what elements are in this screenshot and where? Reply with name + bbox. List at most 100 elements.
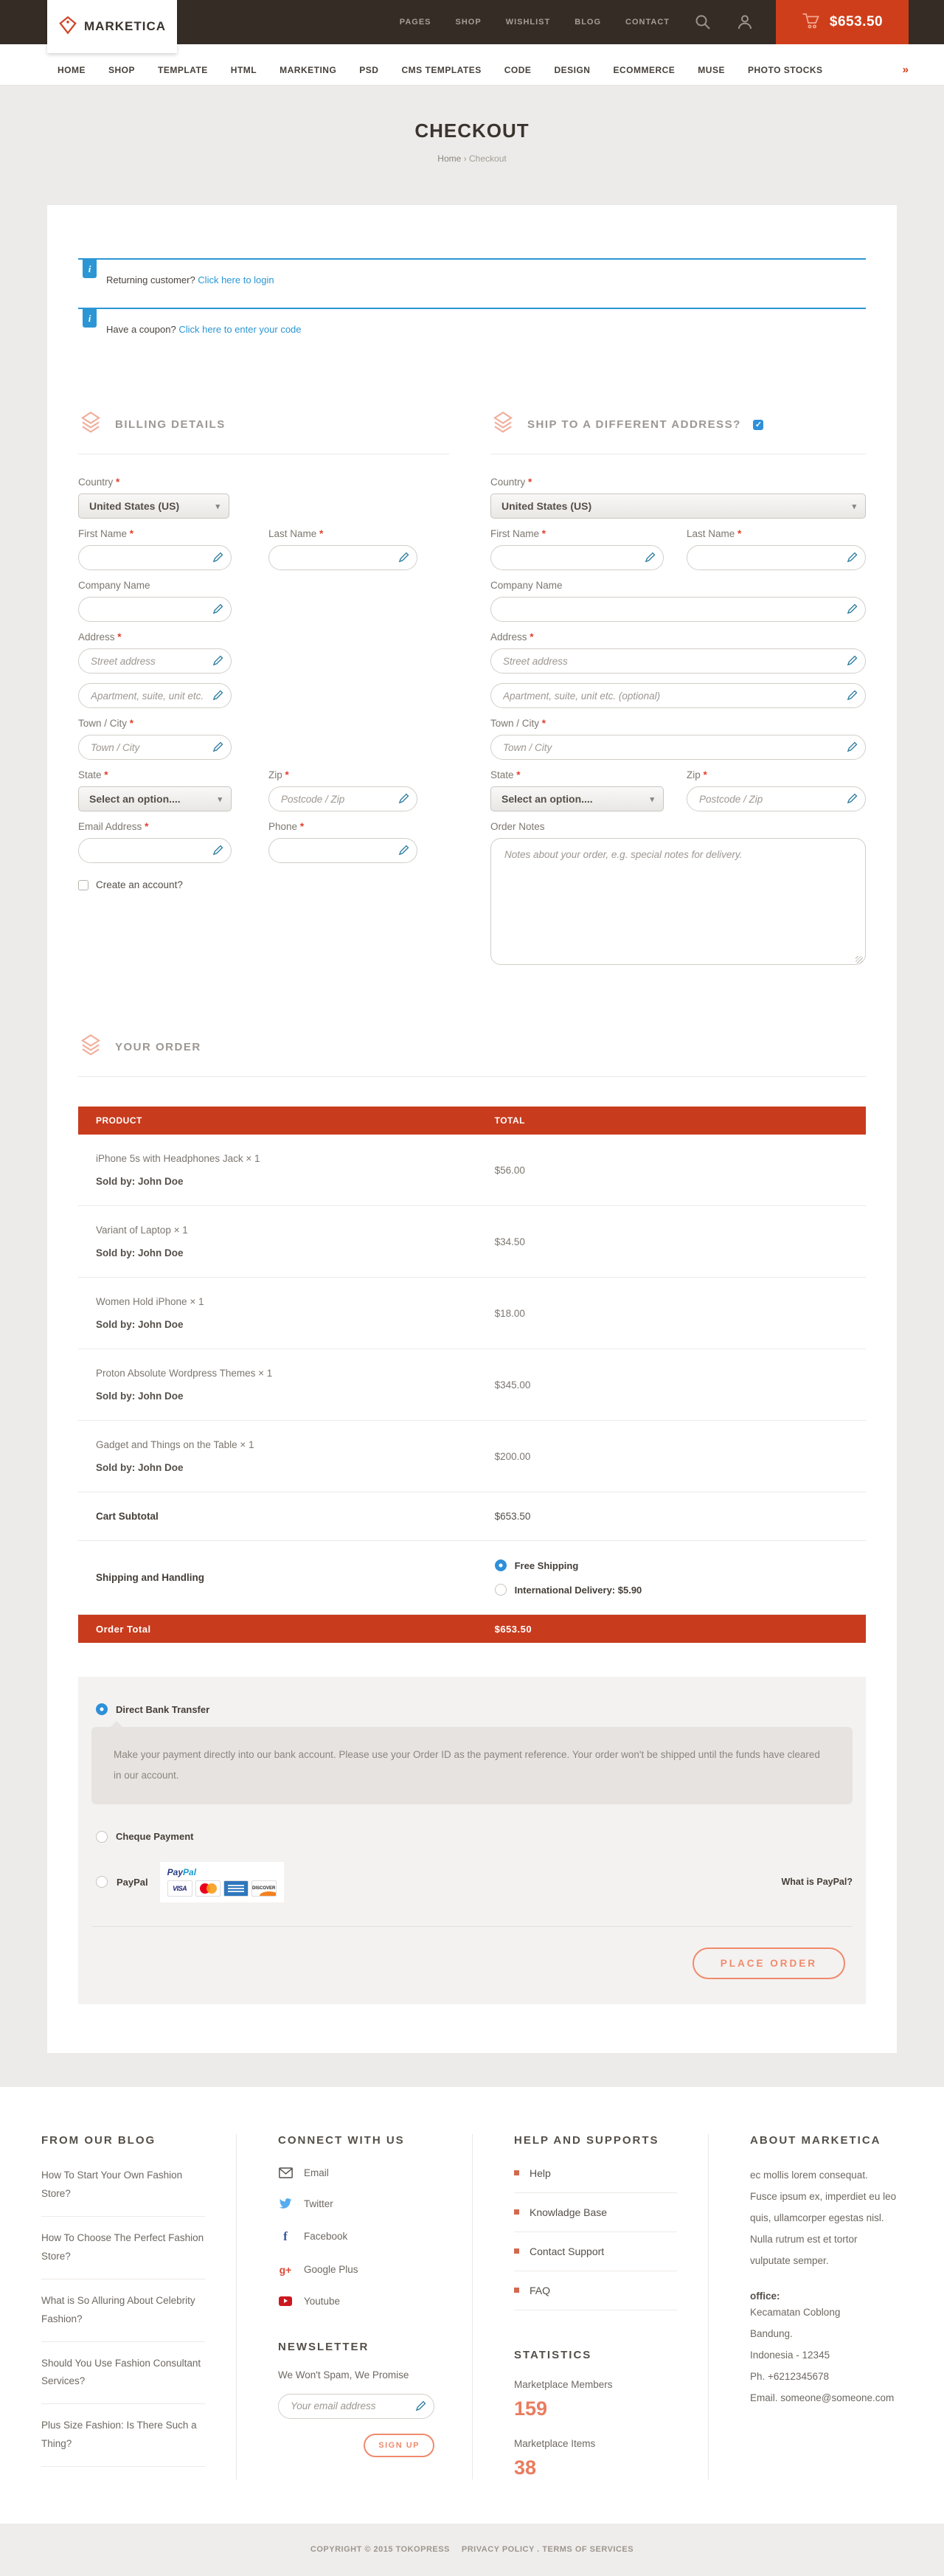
blog-post-link[interactable]: How To Start Your Own Fashion Store? — [41, 2154, 205, 2217]
menu-item-code[interactable]: CODE — [504, 65, 532, 75]
blog-post-link[interactable]: What is So Alluring About Celebrity Fash… — [41, 2279, 205, 2342]
footer-legal-links[interactable]: PRIVACY POLICY . TERMS OF SERVICES — [462, 2545, 634, 2554]
billing-company-input[interactable] — [78, 597, 232, 622]
login-link[interactable]: Click here to login — [198, 274, 274, 285]
blog-post-link[interactable]: How To Choose The Perfect Fashion Store? — [41, 2217, 205, 2279]
footer-blog-column: FROM OUR BLOG How To Start Your Own Fash… — [0, 2134, 236, 2479]
radio-icon[interactable] — [495, 1584, 507, 1596]
header-nav-blog[interactable]: BLOG — [575, 18, 601, 27]
header-nav-pages[interactable]: PAGES — [400, 18, 431, 27]
youtube-social-link[interactable]: Youtube — [278, 2296, 441, 2307]
radio-selected-icon[interactable] — [495, 1559, 507, 1571]
shipping-country-select[interactable]: United States (US) — [490, 494, 866, 519]
menu-item-template[interactable]: TEMPLATE — [158, 65, 208, 75]
shipping-handling-row: Shipping and Handling Free Shipping Inte… — [78, 1541, 866, 1615]
header-nav-contact[interactable]: CONTACT — [625, 18, 670, 27]
email-social-link[interactable]: Email — [278, 2167, 441, 2178]
resize-grip-icon[interactable] — [856, 956, 863, 963]
menu-item-shop[interactable]: SHOP — [108, 65, 135, 75]
billing-zip-input[interactable] — [268, 786, 417, 811]
place-order-area: PLACE ORDER — [91, 1926, 853, 1982]
user-account-icon[interactable] — [736, 13, 754, 31]
radio-icon[interactable] — [96, 1831, 108, 1843]
billing-apartment-input[interactable] — [78, 683, 232, 708]
copyright-text: COPYRIGHT © 2015 TOKOPRESS — [310, 2545, 450, 2554]
order-notes-textarea[interactable] — [490, 838, 866, 965]
place-order-button[interactable]: PLACE ORDER — [693, 1947, 845, 1979]
paypal-radio-icon[interactable] — [96, 1876, 108, 1888]
bank-transfer-option[interactable]: Direct Bank Transfer — [91, 1703, 853, 1715]
menu-item-cms-templates[interactable]: CMS TEMPLATES — [401, 65, 481, 75]
menu-item-ecommerce[interactable]: ECOMMERCE — [613, 65, 675, 75]
logo[interactable]: MARKETICA — [47, 0, 177, 53]
international-delivery-option[interactable]: International Delivery: $5.90 — [495, 1584, 848, 1596]
layers-icon — [78, 1033, 103, 1062]
help-link[interactable]: Knowladge Base — [514, 2193, 677, 2232]
shipping-first-name-input[interactable] — [490, 545, 664, 570]
shipping-last-name-label: Last Name * — [687, 528, 866, 539]
cart-subtotal-row: Cart Subtotal $653.50 — [78, 1492, 866, 1541]
create-account-checkbox[interactable] — [78, 880, 88, 890]
billing-last-name-input[interactable] — [268, 545, 417, 570]
cart-total: $653.50 — [830, 14, 883, 30]
menu-item-home[interactable]: HOME — [58, 65, 86, 75]
billing-zip-label: Zip * — [268, 769, 417, 780]
shipping-last-name-input[interactable] — [687, 545, 866, 570]
billing-state-select[interactable]: Select an option.... — [78, 786, 232, 811]
billing-country-select[interactable]: United States (US) — [78, 494, 229, 519]
breadcrumb-home-link[interactable]: Home — [437, 153, 461, 164]
billing-state-label: State * — [78, 769, 232, 780]
search-icon[interactable] — [694, 13, 712, 31]
shipping-apartment-input[interactable] — [490, 683, 866, 708]
help-link[interactable]: Contact Support — [514, 2232, 677, 2271]
coupon-link[interactable]: Click here to enter your code — [178, 324, 301, 335]
help-link[interactable]: Help — [514, 2154, 677, 2193]
info-icon: i — [83, 309, 97, 328]
facebook-social-link[interactable]: f Facebook — [278, 2229, 441, 2244]
billing-street-input[interactable] — [78, 648, 232, 674]
marketplace-items-count: 38 — [514, 2456, 677, 2479]
menu-item-marketing[interactable]: MARKETING — [280, 65, 336, 75]
site-header: MARKETICA PAGES SHOP WISHLIST BLOG CONTA… — [0, 0, 944, 44]
menu-item-psd[interactable]: PSD — [359, 65, 378, 75]
help-link[interactable]: FAQ — [514, 2271, 677, 2310]
menu-item-html[interactable]: HTML — [231, 65, 257, 75]
radio-selected-icon[interactable] — [96, 1703, 108, 1715]
table-row: Gadget and Things on the Table × 1 Sold … — [78, 1421, 866, 1492]
free-shipping-option[interactable]: Free Shipping — [495, 1559, 848, 1571]
billing-email-input[interactable] — [78, 838, 232, 863]
create-account-row: Create an account? — [78, 879, 449, 890]
menu-item-photo-stocks[interactable]: PHOTO STOCKS — [748, 65, 823, 75]
google-plus-social-link[interactable]: g+ Google Plus — [278, 2264, 441, 2276]
ship-different-address-checkbox[interactable] — [753, 420, 763, 430]
shipping-town-input[interactable] — [490, 735, 866, 760]
shipping-town-label: Town / City * — [490, 718, 866, 729]
shipping-state-select[interactable]: Select an option.... — [490, 786, 664, 811]
billing-phone-input[interactable] — [268, 838, 417, 863]
cheque-payment-option[interactable]: Cheque Payment — [91, 1831, 853, 1843]
menu-more-chevron-icon[interactable]: » — [903, 63, 909, 76]
menu-item-design[interactable]: DESIGN — [554, 65, 590, 75]
shipping-zip-input[interactable] — [687, 786, 866, 811]
billing-last-name-label: Last Name * — [268, 528, 417, 539]
twitter-social-link[interactable]: Twitter — [278, 2198, 441, 2209]
billing-first-name-input[interactable] — [78, 545, 232, 570]
billing-town-input[interactable] — [78, 735, 232, 760]
blog-post-link[interactable]: Plus Size Fashion: Is There Such a Thing… — [41, 2404, 205, 2467]
shipping-company-input[interactable] — [490, 597, 866, 622]
blog-heading: FROM OUR BLOG — [41, 2134, 205, 2147]
menu-item-muse[interactable]: MUSE — [698, 65, 725, 75]
marketplace-members-label: Marketplace Members — [514, 2379, 677, 2390]
info-icon: i — [83, 260, 97, 278]
sign-up-button[interactable]: SIGN UP — [364, 2434, 434, 2457]
email-icon — [278, 2167, 293, 2178]
edit-pen-icon — [398, 793, 409, 808]
what-is-paypal-link[interactable]: What is PayPal? — [781, 1877, 853, 1887]
header-nav-shop[interactable]: SHOP — [456, 18, 482, 27]
newsletter-email-input[interactable] — [278, 2394, 434, 2419]
header-nav-wishlist[interactable]: WISHLIST — [506, 18, 551, 27]
blog-post-link[interactable]: Should You Use Fashion Consultant Servic… — [41, 2342, 205, 2405]
cart-button[interactable]: $653.50 — [776, 0, 909, 44]
edit-pen-icon — [847, 552, 858, 567]
shipping-street-input[interactable] — [490, 648, 866, 674]
